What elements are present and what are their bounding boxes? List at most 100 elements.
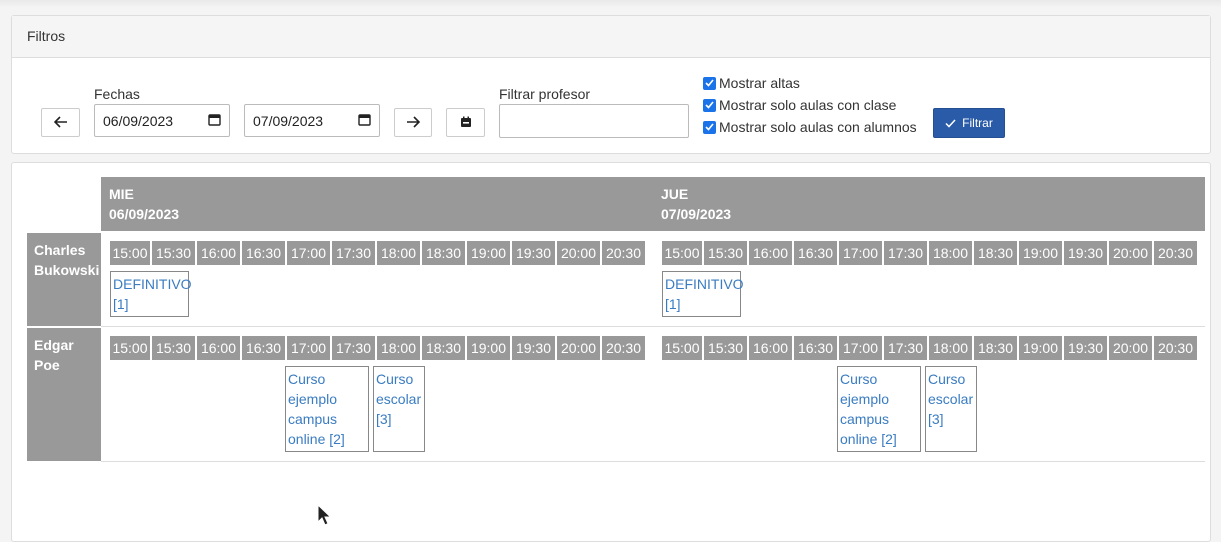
arrow-right-icon	[406, 115, 421, 131]
calendar-icon[interactable]	[358, 113, 371, 129]
next-day-button[interactable]	[394, 108, 432, 137]
row-divider	[101, 326, 1205, 327]
day-date: 06/09/2023	[109, 206, 180, 222]
time-slot[interactable]: 17:00	[839, 241, 882, 265]
time-slot[interactable]: 19:30	[1064, 241, 1107, 265]
event-curso-ejemplo-campus-online[interactable]: Curso ejemplo campus online [2]	[285, 366, 369, 452]
time-slot[interactable]: 18:30	[422, 241, 465, 265]
time-slot[interactable]: 17:30	[884, 241, 927, 265]
time-slots-teacher1-day2: 15:00 15:30 16:00 16:30 17:00 17:30 18:00 18:30…	[662, 241, 1197, 265]
profesor-input[interactable]	[499, 104, 689, 138]
time-slot[interactable]: 17:30	[332, 336, 375, 360]
date-to-input[interactable]: 07/09/2023	[244, 104, 380, 137]
time-slot[interactable]: 19:00	[467, 241, 510, 265]
fechas-label: Fechas	[94, 86, 140, 102]
event-definitivo[interactable]: DEFINITIVO [1]	[110, 271, 192, 317]
checkbox-checked-icon[interactable]	[703, 76, 716, 90]
time-slots-teacher1-day1: 15:00 15:30 16:00 16:30 17:00 17:30 18:00 18:30…	[110, 241, 645, 265]
time-slot[interactable]: 18:00	[929, 336, 972, 360]
filters-title: Filtros	[12, 16, 1210, 58]
time-slot[interactable]: 17:00	[287, 241, 330, 265]
time-slot[interactable]: 17:30	[884, 336, 927, 360]
event-curso-ejemplo-campus-online[interactable]: Curso ejemplo campus online [2]	[837, 366, 921, 452]
time-slot[interactable]: 18:30	[974, 336, 1017, 360]
teacher-last-name: Bukowski	[34, 262, 100, 278]
time-slot[interactable]: 15:00	[110, 336, 150, 360]
time-slot[interactable]: 15:30	[152, 336, 195, 360]
time-slot[interactable]: 17:30	[332, 241, 375, 265]
time-slot[interactable]: 16:00	[749, 336, 792, 360]
time-slot[interactable]: 16:30	[794, 336, 837, 360]
calendar-icon	[460, 115, 472, 131]
checkbox-checked-icon[interactable]	[703, 98, 716, 112]
time-slot[interactable]: 15:00	[662, 241, 702, 265]
calendar-today-button[interactable]	[446, 108, 485, 137]
event-curso-escolar[interactable]: Curso escolar [3]	[373, 366, 425, 452]
time-slot[interactable]: 20:30	[602, 241, 645, 265]
checkbox-mostrar-altas[interactable]: Mostrar altas	[703, 75, 800, 91]
event-definitivo[interactable]: DEFINITIVO [1]	[662, 271, 744, 317]
time-slot[interactable]: 16:00	[197, 336, 240, 360]
time-slot[interactable]: 19:00	[467, 336, 510, 360]
teacher-name-charles-bukowski: Charles Bukowski	[27, 233, 101, 326]
time-slot[interactable]: 18:00	[929, 241, 972, 265]
mouse-cursor-icon	[317, 503, 332, 529]
row-divider	[101, 461, 1205, 462]
time-slot[interactable]: 15:00	[662, 336, 702, 360]
date-from-input[interactable]: 06/09/2023	[94, 104, 230, 137]
teacher-first-name: Charles	[34, 242, 86, 258]
checkbox-label: Mostrar solo aulas con alumnos	[719, 119, 917, 135]
time-slot[interactable]: 18:00	[377, 336, 420, 360]
time-slot[interactable]: 20:30	[602, 336, 645, 360]
checkbox-checked-icon[interactable]	[703, 120, 716, 134]
time-slot[interactable]: 20:30	[1154, 336, 1197, 360]
time-slot[interactable]: 16:30	[242, 241, 285, 265]
filtrar-label: Filtrar	[962, 116, 993, 130]
time-slot[interactable]: 16:00	[749, 241, 792, 265]
time-slot[interactable]: 19:00	[1019, 241, 1062, 265]
prev-day-button[interactable]	[41, 108, 80, 137]
filtrar-button[interactable]: Filtrar	[933, 108, 1005, 138]
time-slot[interactable]: 15:00	[110, 241, 150, 265]
teacher-last-name: Poe	[34, 357, 60, 373]
time-slot[interactable]: 19:00	[1019, 336, 1062, 360]
checkbox-solo-aulas-con-clase[interactable]: Mostrar solo aulas con clase	[703, 97, 896, 113]
calendar-icon[interactable]	[208, 113, 221, 129]
date-from-value: 06/09/2023	[103, 112, 174, 129]
time-slot[interactable]: 15:30	[704, 336, 747, 360]
time-slot[interactable]: 17:00	[839, 336, 882, 360]
time-slot[interactable]: 19:30	[512, 336, 555, 360]
time-slot[interactable]: 18:30	[422, 336, 465, 360]
time-slot[interactable]: 20:30	[1154, 241, 1197, 265]
time-slots-teacher2-day2: 15:00 15:30 16:00 16:30 17:00 17:30 18:00 18:30…	[662, 336, 1197, 360]
time-slot[interactable]: 20:00	[557, 241, 600, 265]
day-name: JUE	[661, 186, 689, 202]
checkbox-solo-aulas-con-alumnos[interactable]: Mostrar solo aulas con alumnos	[703, 119, 917, 135]
time-slot[interactable]: 16:00	[197, 241, 240, 265]
time-slot[interactable]: 20:00	[1109, 241, 1152, 265]
profesor-label: Filtrar profesor	[499, 86, 591, 102]
time-slot[interactable]: 19:30	[1064, 336, 1107, 360]
time-slot[interactable]: 19:30	[512, 241, 555, 265]
day-date: 07/09/2023	[661, 206, 732, 222]
checkbox-label: Mostrar solo aulas con clase	[719, 97, 897, 113]
time-slot[interactable]: 20:00	[557, 336, 600, 360]
day-header-1: MIE 06/09/2023	[101, 177, 653, 231]
check-icon	[945, 118, 956, 128]
top-bar	[0, 0, 1221, 8]
event-curso-escolar[interactable]: Curso escolar [3]	[925, 366, 977, 452]
time-slot[interactable]: 15:30	[704, 241, 747, 265]
time-slot[interactable]: 15:30	[152, 241, 195, 265]
time-slot[interactable]: 16:30	[794, 241, 837, 265]
time-slots-teacher2-day1: 15:00 15:30 16:00 16:30 17:00 17:30 18:00 18:30…	[110, 336, 645, 360]
teacher-first-name: Edgar	[34, 337, 74, 353]
teacher-name-edgar-poe: Edgar Poe	[27, 328, 101, 461]
time-slot[interactable]: 18:30	[974, 241, 1017, 265]
time-slot[interactable]: 17:00	[287, 336, 330, 360]
day-name: MIE	[109, 186, 134, 202]
arrow-left-icon	[53, 115, 68, 131]
time-slot[interactable]: 16:30	[242, 336, 285, 360]
day-header-2: JUE 07/09/2023	[653, 177, 1205, 231]
time-slot[interactable]: 20:00	[1109, 336, 1152, 360]
time-slot[interactable]: 18:00	[377, 241, 420, 265]
